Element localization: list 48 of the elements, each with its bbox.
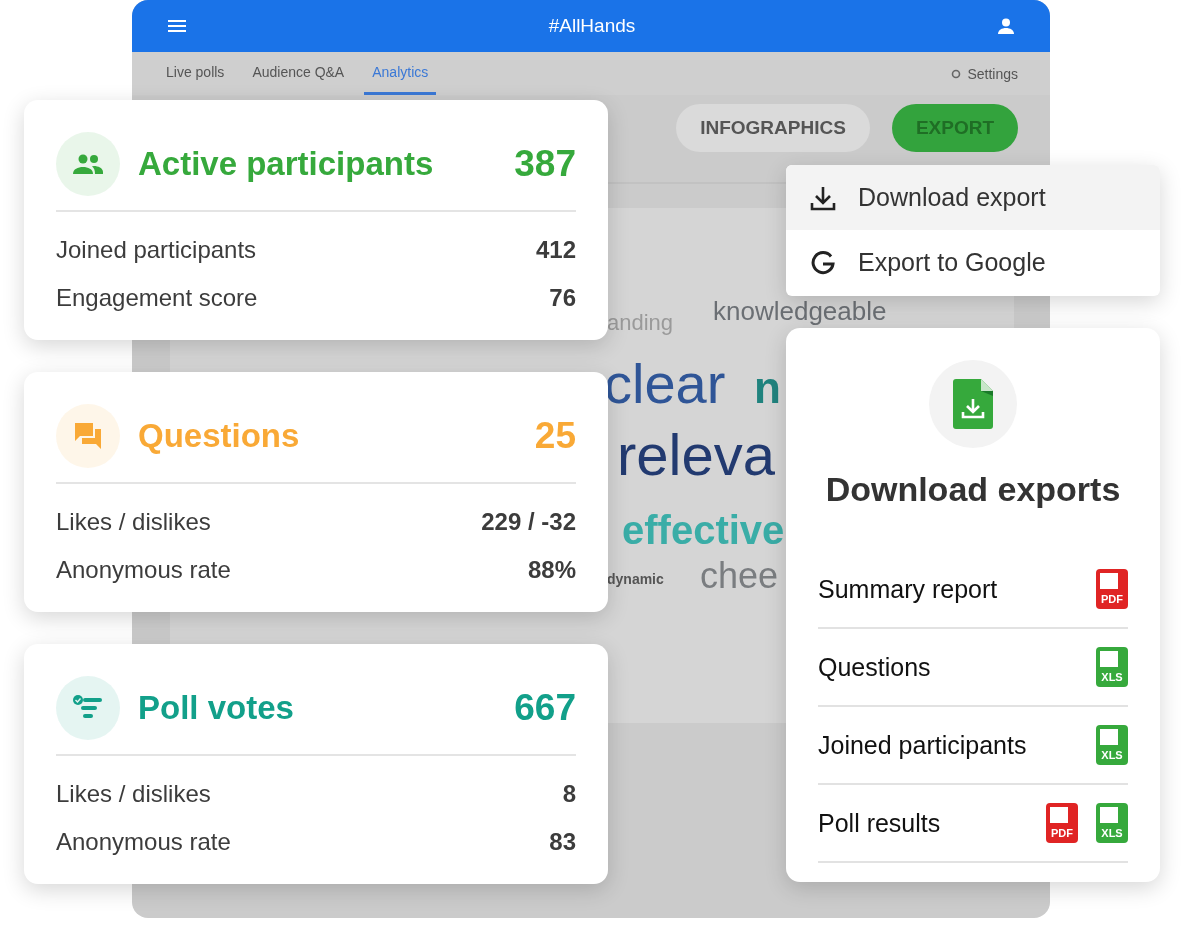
cloud-word: effective [622, 510, 785, 550]
download-icon [810, 184, 836, 211]
stat-value: 83 [549, 828, 576, 856]
card-title: Download exports [824, 470, 1122, 509]
cloud-word: clear [604, 356, 726, 412]
stat-value: 8 [562, 780, 576, 808]
cloud-word: anding [607, 312, 674, 334]
export-name: Questions [818, 652, 931, 682]
stat-value: 25 [534, 415, 576, 457]
stat-title: Poll votes [138, 689, 295, 727]
xls-file-icon[interactable]: XLS [1096, 647, 1128, 687]
stat-label: Anonymous rate [56, 828, 231, 856]
cloud-word: dynamic [607, 572, 664, 586]
export-name: Summary report [818, 574, 998, 604]
xls-file-icon[interactable]: XLS [1096, 725, 1128, 765]
tab[interactable]: Audience Q&A [244, 52, 353, 95]
cloud-word: chee [700, 558, 779, 594]
tab[interactable]: Analytics [364, 52, 437, 95]
app-title: #AllHands [547, 15, 637, 37]
user-icon[interactable] [998, 18, 1014, 34]
tab[interactable]: Live polls [158, 52, 233, 95]
stat-title: Active participants [138, 145, 435, 183]
menu-item[interactable]: Download export [786, 165, 1160, 230]
pdf-file-icon[interactable]: PDF [1096, 569, 1128, 609]
export-name: Joined participants [818, 730, 1027, 760]
stat-label: Likes / dislikes [56, 508, 211, 536]
cloud-word: knowledgeable [713, 298, 887, 324]
menu-icon[interactable] [168, 20, 186, 32]
export-name: Poll results [818, 808, 941, 838]
stat-title: Questions [138, 417, 301, 455]
stat-value: 387 [514, 143, 576, 185]
cloud-word: releva [617, 426, 775, 484]
stat-value: 88% [527, 556, 576, 584]
settings-button[interactable]: Settings [945, 52, 1024, 95]
stat-value: 76 [549, 284, 576, 312]
stat-label: Joined participants [56, 236, 257, 264]
infographics-button[interactable]: INFOGRAPHICS [676, 104, 870, 152]
stat-value: 229 / -32 [481, 508, 576, 536]
cloud-word: n [754, 366, 781, 410]
xls-file-icon[interactable]: XLS [1096, 803, 1128, 843]
stat-label: Likes / dislikes [56, 780, 211, 808]
stat-label: Engagement score [56, 284, 258, 312]
letter-g-icon [810, 249, 836, 276]
stat-value: 667 [514, 687, 576, 729]
menu-item[interactable]: Export to Google [786, 230, 1160, 295]
stat-value: 412 [535, 236, 576, 264]
pdf-file-icon[interactable]: PDF [1046, 803, 1078, 843]
stat-label: Anonymous rate [56, 556, 231, 584]
